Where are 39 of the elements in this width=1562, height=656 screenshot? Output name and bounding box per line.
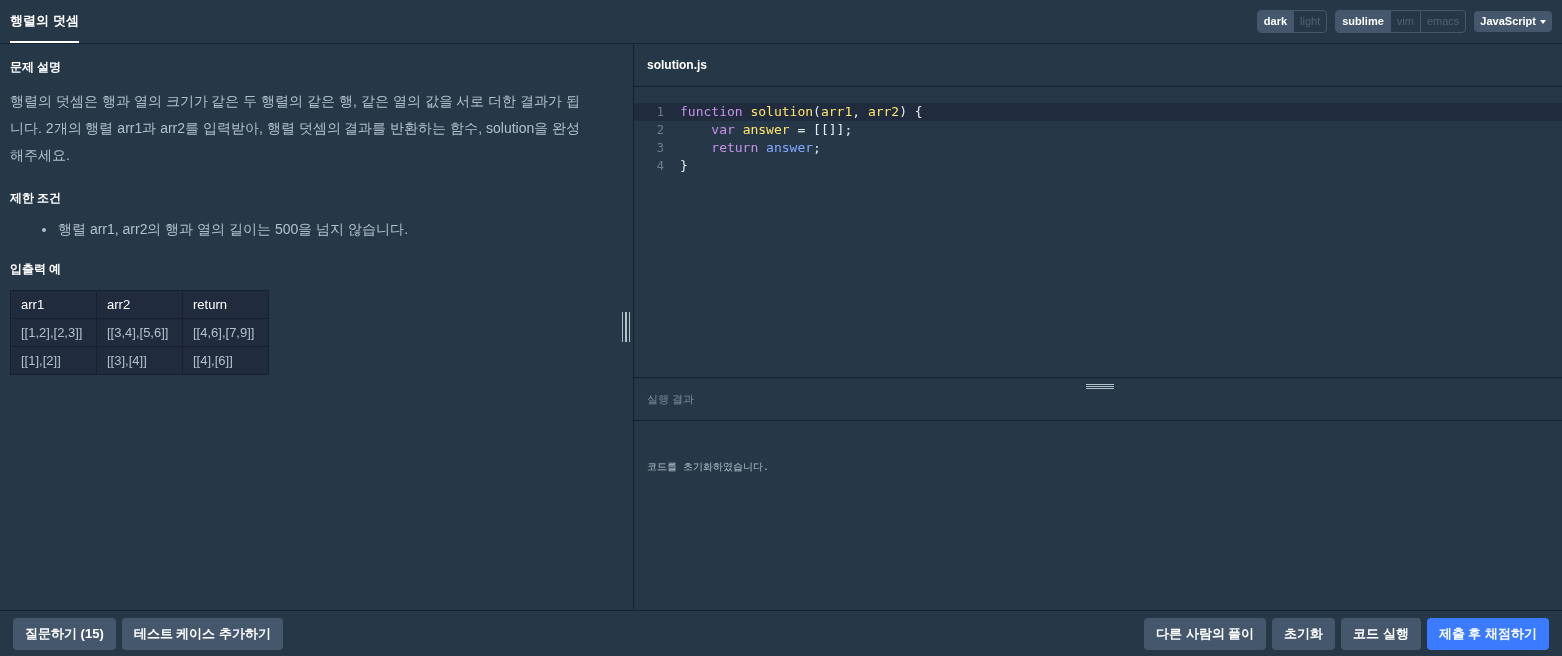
line-number: 2 <box>655 122 665 139</box>
language-dropdown[interactable]: JavaScript <box>1474 11 1552 32</box>
file-name: solution.js <box>647 57 707 74</box>
problem-description: 행렬의 덧셈은 행과 열의 크기가 같은 두 행렬의 같은 행, 같은 열의 값을 서로 더한 결과가 됩니다. 2개의 행렬 arr1과 arr2를 입력받아, 행렬 덧셈의 결과를 반환하는 함수, solution을 완성해주세요. <box>10 92 582 165</box>
table-header: arr2 <box>96 290 183 319</box>
table-cell: [[1],[2]] <box>10 346 97 375</box>
toggle-option[interactable]: sublime <box>1336 11 1390 32</box>
code-editor[interactable]: 1 function solution(arr1, arr2) { 2 var answer = [[]]; 3 return answer; 4 } <box>634 87 1562 378</box>
action-button[interactable]: 코드 실행 <box>1341 617 1421 650</box>
bullet-icon <box>42 227 46 232</box>
code-line: 4 } <box>634 157 1562 175</box>
action-button[interactable]: 다른 사람의 풀이 <box>1143 617 1267 650</box>
resize-handle[interactable] <box>622 312 630 342</box>
toggle-option[interactable]: dark <box>1257 11 1294 32</box>
table-cell: [[3,4],[5,6]] <box>96 318 183 347</box>
code-line: 3 return answer; <box>634 139 1562 157</box>
section-heading: 입출력 예 <box>10 261 63 278</box>
table-cell: [[4,6],[7,9]] <box>182 318 269 347</box>
section-heading: 문제 설명 <box>10 59 63 76</box>
caret-icon <box>1540 19 1546 24</box>
action-button[interactable]: 초기화 <box>1272 617 1336 650</box>
constraint-text: 행렬 arr1, arr2의 행과 열의 길이는 500을 넘지 않습니다. <box>58 220 409 239</box>
code-line: 2 var answer = [[]]; <box>634 121 1562 139</box>
action-button[interactable]: 질문하기 (15) <box>13 617 116 650</box>
action-button[interactable]: 테스트 케이스 추가하기 <box>121 617 283 650</box>
problem-tab[interactable]: 행렬의 덧셈 <box>10 0 79 43</box>
action-button[interactable]: 제출 후 채점하기 <box>1426 617 1549 650</box>
table-header: return <box>182 290 269 319</box>
table-cell: [[1,2],[2,3]] <box>10 318 97 347</box>
line-number: 4 <box>655 158 665 175</box>
line-number: 1 <box>655 104 665 121</box>
table-header: arr1 <box>10 290 97 319</box>
line-number: 3 <box>655 140 665 157</box>
result-title: 실행 결과 <box>647 391 695 407</box>
resize-handle[interactable] <box>1086 384 1114 389</box>
table-cell: [[4],[6]] <box>182 346 269 375</box>
result-output: 코드를 초기화하였습니다. <box>647 461 770 472</box>
table-cell: [[3],[4]] <box>96 346 183 375</box>
section-heading: 제한 조건 <box>10 190 63 207</box>
